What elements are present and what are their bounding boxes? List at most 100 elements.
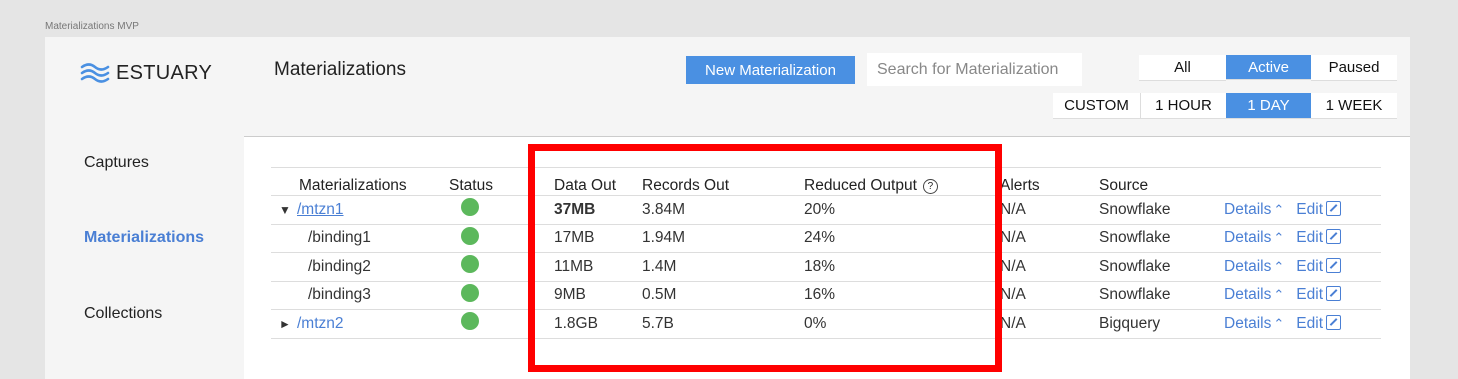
cell-status bbox=[449, 281, 527, 310]
sidebar-item-materializations[interactable]: Materializations bbox=[84, 229, 204, 247]
cell-name: ▼/mtzn1 bbox=[271, 195, 449, 225]
details-link[interactable]: Details bbox=[1224, 229, 1271, 246]
details-link[interactable]: Details bbox=[1224, 258, 1271, 275]
cell-actions: Details ⌃ Edit bbox=[1224, 252, 1381, 282]
caret-down-icon[interactable]: ▼ bbox=[279, 203, 297, 217]
sort-updown-icon[interactable]: ⌃ bbox=[1273, 316, 1284, 331]
cell-status bbox=[449, 309, 527, 339]
sort-updown-icon[interactable]: ⌃ bbox=[1273, 202, 1284, 217]
cell-records-out: 0.5M bbox=[642, 281, 804, 310]
content-panel: Materializations Status Data Out Records… bbox=[244, 136, 1410, 379]
sort-updown-icon[interactable]: ⌃ bbox=[1273, 259, 1284, 274]
cell-status bbox=[449, 252, 527, 282]
materializations-table: Materializations Status Data Out Records… bbox=[271, 167, 1381, 339]
brand-name: ESTUARY bbox=[116, 61, 213, 84]
col-alerts[interactable]: Alerts bbox=[1000, 167, 1099, 196]
status-dot bbox=[461, 312, 479, 331]
table-row[interactable]: ▼/mtzn1 37MB 3.84M 20% N/A Snowflake Details ⌃ E… bbox=[271, 195, 1381, 225]
cell-source: Snowflake bbox=[1099, 281, 1224, 310]
edit-link[interactable]: Edit bbox=[1296, 201, 1323, 218]
cell-name: /binding2 bbox=[271, 252, 449, 282]
cell-records-out: 1.94M bbox=[642, 224, 804, 253]
cell-reduced-output: 18% bbox=[804, 252, 1000, 282]
cell-records-out: 1.4M bbox=[642, 252, 804, 282]
cell-actions: Details ⌃ Edit bbox=[1224, 309, 1381, 339]
col-materializations[interactable]: Materializations bbox=[271, 167, 449, 196]
cell-data-out: 11MB bbox=[527, 252, 642, 282]
cell-name: ►/mtzn2 bbox=[271, 309, 449, 339]
cell-source: Snowflake bbox=[1099, 195, 1224, 225]
col-data-out[interactable]: Data Out bbox=[527, 167, 642, 196]
range-custom[interactable]: CUSTOM bbox=[1053, 93, 1140, 119]
materialization-name[interactable]: /mtzn1 bbox=[297, 201, 344, 218]
col-records-out[interactable]: Records Out bbox=[642, 167, 804, 196]
filter-paused[interactable]: Paused bbox=[1311, 55, 1397, 81]
col-reduced-output-label: Reduced Output bbox=[804, 177, 917, 194]
sidebar-item-collections[interactable]: Collections bbox=[84, 305, 162, 323]
brand-logo[interactable]: ESTUARY bbox=[80, 61, 212, 85]
edit-icon[interactable] bbox=[1326, 200, 1342, 216]
edit-icon[interactable] bbox=[1326, 286, 1342, 302]
details-link[interactable]: Details bbox=[1224, 201, 1271, 218]
caret-right-icon[interactable]: ► bbox=[279, 317, 297, 331]
cell-reduced-output: 24% bbox=[804, 224, 1000, 253]
col-status[interactable]: Status bbox=[449, 167, 527, 196]
cell-reduced-output: 16% bbox=[804, 281, 1000, 310]
cell-actions: Details ⌃ Edit bbox=[1224, 281, 1381, 310]
time-range-filter: CUSTOM 1 HOUR 1 DAY 1 WEEK bbox=[1053, 93, 1397, 119]
cell-name: /binding1 bbox=[271, 224, 449, 253]
edit-link[interactable]: Edit bbox=[1296, 258, 1323, 275]
cell-source: Snowflake bbox=[1099, 252, 1224, 282]
range-1-hour[interactable]: 1 HOUR bbox=[1140, 93, 1226, 119]
cell-source: Bigquery bbox=[1099, 309, 1224, 339]
table-row[interactable]: ►/mtzn2 1.8GB 5.7B 0% N/A Bigquery Details ⌃ Edi… bbox=[271, 309, 1381, 339]
cell-actions: Details ⌃ Edit bbox=[1224, 224, 1381, 253]
cell-status bbox=[449, 195, 527, 225]
col-source[interactable]: Source bbox=[1099, 167, 1224, 196]
status-filter: All Active Paused bbox=[1139, 55, 1397, 81]
table-row[interactable]: /binding1 17MB 1.94M 24% N/A Snowflake Details… bbox=[271, 224, 1381, 253]
details-link[interactable]: Details bbox=[1224, 315, 1271, 332]
cell-reduced-output: 20% bbox=[804, 195, 1000, 225]
help-icon[interactable]: ? bbox=[922, 179, 938, 194]
new-materialization-button[interactable]: New Materialization bbox=[686, 56, 855, 84]
filter-active[interactable]: Active bbox=[1226, 55, 1311, 80]
cell-actions: Details ⌃ Edit bbox=[1224, 195, 1381, 225]
cell-reduced-output: 0% bbox=[804, 309, 1000, 339]
cell-alerts: N/A bbox=[1000, 252, 1099, 282]
range-1-week[interactable]: 1 WEEK bbox=[1311, 93, 1397, 119]
status-dot bbox=[461, 283, 479, 302]
edit-icon[interactable] bbox=[1326, 229, 1342, 245]
edit-icon[interactable] bbox=[1326, 257, 1342, 273]
status-dot bbox=[461, 255, 479, 274]
sort-updown-icon[interactable]: ⌃ bbox=[1273, 230, 1284, 245]
page-title: Materializations bbox=[274, 59, 406, 80]
cell-data-out: 37MB bbox=[527, 195, 642, 225]
search-input[interactable] bbox=[867, 53, 1082, 86]
edit-link[interactable]: Edit bbox=[1296, 286, 1323, 303]
edit-icon[interactable] bbox=[1326, 314, 1342, 330]
cell-alerts: N/A bbox=[1000, 309, 1099, 339]
sidebar-item-captures[interactable]: Captures bbox=[84, 154, 149, 172]
materialization-name[interactable]: /mtzn2 bbox=[297, 315, 344, 332]
table-header: Materializations Status Data Out Records… bbox=[271, 167, 1381, 196]
status-dot bbox=[461, 198, 479, 217]
table-row[interactable]: /binding3 9MB 0.5M 16% N/A Snowflake Details ⌃ E… bbox=[271, 281, 1381, 310]
details-link[interactable]: Details bbox=[1224, 286, 1271, 303]
cell-data-out: 1.8GB bbox=[527, 309, 642, 339]
sort-updown-icon[interactable]: ⌃ bbox=[1273, 287, 1284, 302]
waves-icon bbox=[80, 63, 110, 83]
materialization-name: /binding3 bbox=[308, 286, 371, 304]
edit-link[interactable]: Edit bbox=[1296, 315, 1323, 332]
app-window: ESTUARY Captures Materializations Collec… bbox=[45, 37, 1410, 379]
table-row[interactable]: /binding2 11MB 1.4M 18% N/A Snowflake Details ⌃… bbox=[271, 252, 1381, 282]
cell-data-out: 17MB bbox=[527, 224, 642, 253]
cell-alerts: N/A bbox=[1000, 281, 1099, 310]
cell-name: /binding3 bbox=[271, 281, 449, 310]
range-1-day[interactable]: 1 DAY bbox=[1226, 93, 1311, 119]
filter-all[interactable]: All bbox=[1139, 55, 1226, 81]
col-reduced-output[interactable]: Reduced Output? bbox=[804, 167, 1000, 196]
edit-link[interactable]: Edit bbox=[1296, 229, 1323, 246]
cell-status bbox=[449, 224, 527, 253]
materialization-name: /binding1 bbox=[308, 229, 371, 247]
